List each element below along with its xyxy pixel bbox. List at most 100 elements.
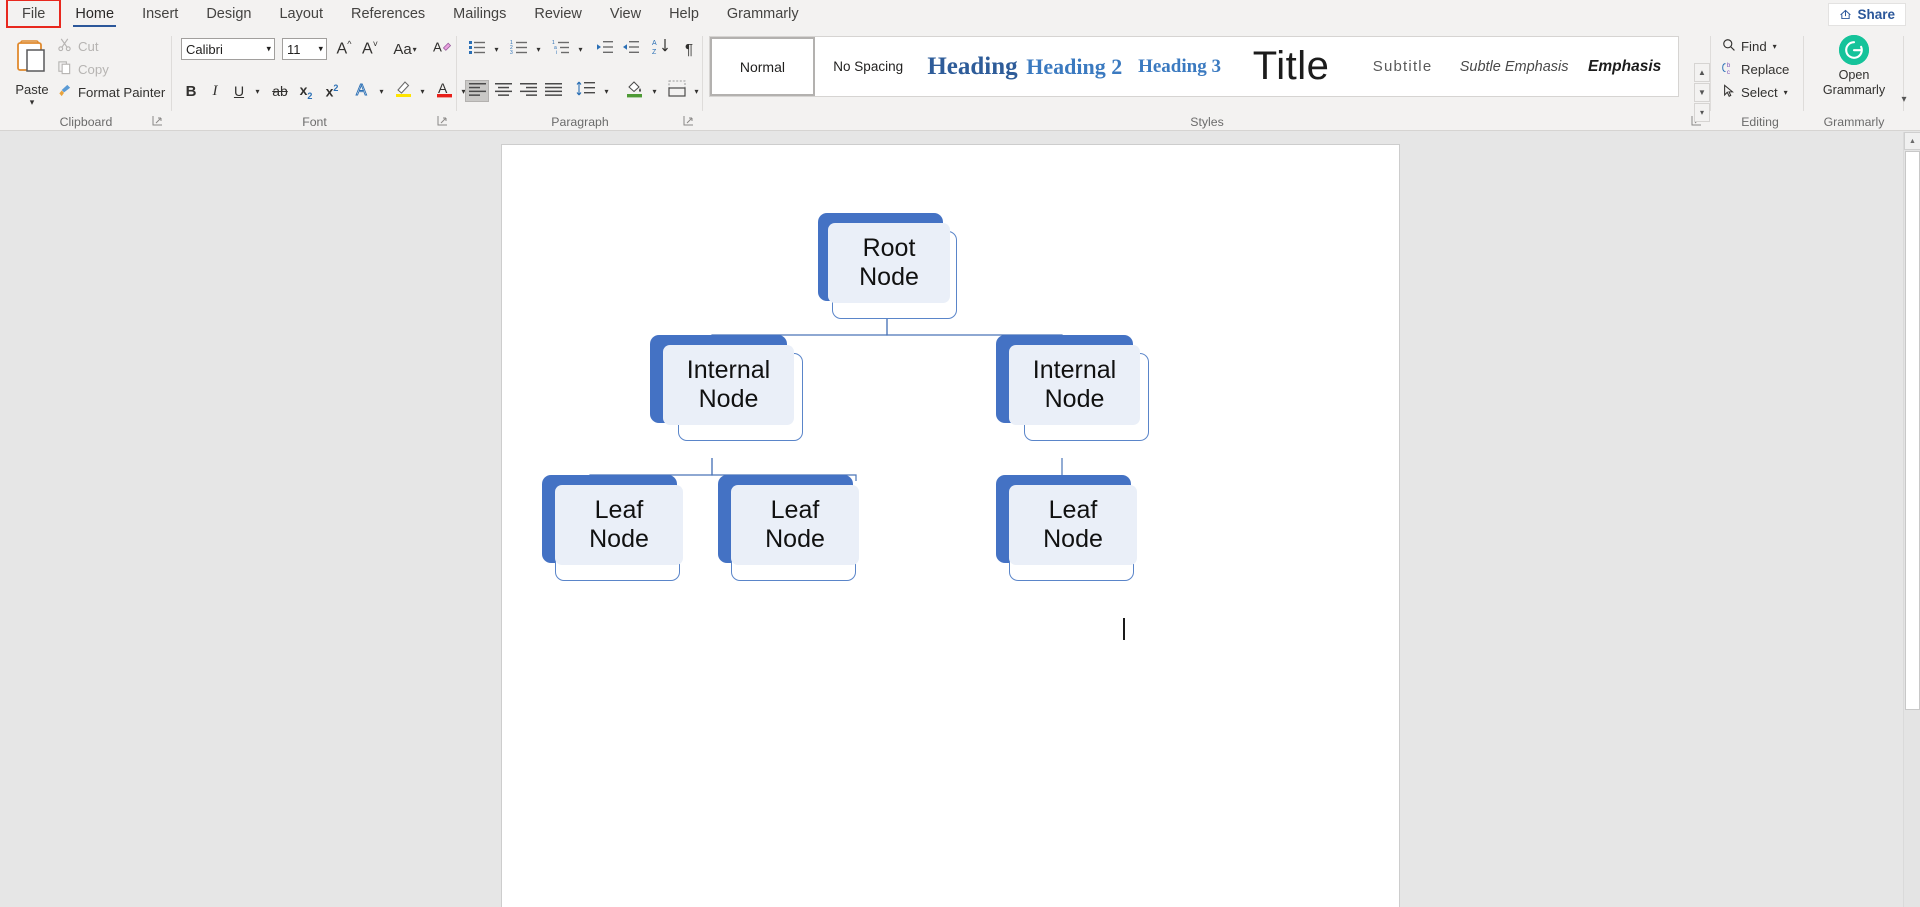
subscript-button[interactable]: x2 xyxy=(294,80,318,102)
document-page[interactable]: Root Node Internal Node Internal Node Le… xyxy=(501,144,1400,907)
tab-mailings[interactable]: Mailings xyxy=(439,0,520,29)
tab-grammarly[interactable]: Grammarly xyxy=(713,0,813,29)
numbering-dropdown[interactable]: ▾ xyxy=(531,38,545,60)
style-heading-2[interactable]: Heading 2 xyxy=(1023,37,1126,96)
shading-button[interactable] xyxy=(623,80,647,102)
find-button[interactable]: Find ▾ xyxy=(1722,38,1777,55)
superscript-button[interactable]: x2 xyxy=(320,80,344,102)
text-effects-dropdown[interactable]: ▾ xyxy=(374,80,388,102)
diagram-node-leaf-1[interactable]: Leaf Node xyxy=(542,475,702,581)
styles-scroll-up-button[interactable]: ▲ xyxy=(1694,63,1710,82)
tab-layout[interactable]: Layout xyxy=(265,0,337,29)
clipboard-dialog-launcher[interactable] xyxy=(152,115,164,127)
select-label: Select xyxy=(1741,85,1778,100)
decrease-indent-button[interactable] xyxy=(593,38,617,60)
text-effects-button[interactable]: A xyxy=(352,80,376,102)
paragraph-group-label: Paragraph xyxy=(551,115,609,129)
style-normal[interactable]: Normal xyxy=(710,37,815,96)
tab-help[interactable]: Help xyxy=(655,0,713,29)
strikethrough-button[interactable]: ab xyxy=(268,80,292,102)
style-no-spacing[interactable]: No Spacing xyxy=(814,37,922,96)
italic-button[interactable]: I xyxy=(204,80,226,102)
paragraph-dialog-launcher[interactable] xyxy=(683,115,695,127)
multilevel-list-dropdown[interactable]: ▾ xyxy=(573,38,587,60)
style-subtle-emphasis[interactable]: Subtle Emphasis xyxy=(1456,37,1572,96)
tab-home[interactable]: Home xyxy=(61,0,128,29)
copy-button[interactable]: Copy xyxy=(57,60,109,78)
bold-button[interactable]: B xyxy=(180,80,202,102)
sort-button[interactable]: A Z xyxy=(649,38,675,60)
node-label: Leaf Node xyxy=(1043,496,1103,553)
numbering-button[interactable]: 1 2 3 xyxy=(507,38,531,60)
collapse-ribbon-button[interactable]: ▾ xyxy=(1896,91,1912,107)
styles-group-label: Styles xyxy=(1190,115,1224,129)
styles-more-button[interactable]: ▾ xyxy=(1694,103,1710,122)
highlight-color-button[interactable] xyxy=(392,80,416,102)
font-family-select[interactable]: Calibri ▾ xyxy=(181,38,275,60)
chevron-down-icon: ▾ xyxy=(379,86,384,96)
paste-dropdown-chevron-icon[interactable]: ▾ xyxy=(30,98,35,107)
chevron-down-icon[interactable]: ▾ xyxy=(1784,88,1788,97)
style-emphasis[interactable]: Emphasis xyxy=(1571,37,1678,96)
borders-dropdown[interactable]: ▾ xyxy=(689,80,703,102)
grow-font-button[interactable]: A^ xyxy=(332,38,356,60)
tab-view[interactable]: View xyxy=(596,0,655,29)
share-button[interactable]: Share xyxy=(1828,3,1906,26)
font-size-select[interactable]: 11 ▾ xyxy=(282,38,327,60)
format-painter-button[interactable]: Format Painter xyxy=(57,83,165,101)
multilevel-list-button[interactable]: 1 a i xyxy=(549,38,573,60)
styles-gallery[interactable]: Normal No Spacing Heading Heading 2 Head… xyxy=(709,36,1679,97)
paste-button[interactable]: Paste ▾ xyxy=(9,37,55,109)
line-spacing-dropdown[interactable]: ▾ xyxy=(599,80,613,102)
style-subtitle[interactable]: Subtitle xyxy=(1348,37,1457,96)
tab-design[interactable]: Design xyxy=(192,0,265,29)
diagram-node-internal-1[interactable]: Internal Node xyxy=(650,335,815,441)
font-dialog-launcher[interactable] xyxy=(437,115,449,127)
scroll-up-button[interactable]: ▲ xyxy=(1904,132,1920,150)
diagram-node-internal-2[interactable]: Internal Node xyxy=(996,335,1161,441)
clear-formatting-button[interactable]: A xyxy=(430,38,454,60)
diagram-node-leaf-2[interactable]: Leaf Node xyxy=(718,475,878,581)
styles-scroll-down-button[interactable]: ▼ xyxy=(1694,83,1710,102)
shading-dropdown[interactable]: ▾ xyxy=(647,80,661,102)
tab-file[interactable]: File xyxy=(6,0,62,29)
increase-indent-button[interactable] xyxy=(619,38,643,60)
bullets-button[interactable] xyxy=(465,38,489,60)
subscript-icon: x2 xyxy=(299,81,313,101)
open-grammarly-button[interactable]: Open Grammarly xyxy=(1808,35,1900,98)
diagram-node-leaf-3[interactable]: Leaf Node xyxy=(892,475,1137,581)
align-left-icon xyxy=(468,82,486,101)
style-heading-3[interactable]: Heading 3 xyxy=(1125,37,1234,96)
line-spacing-button[interactable] xyxy=(573,80,599,102)
scrollbar-thumb[interactable] xyxy=(1905,151,1920,710)
bullets-dropdown[interactable]: ▾ xyxy=(489,38,503,60)
underline-button[interactable]: U xyxy=(228,80,250,102)
select-button[interactable]: Select ▾ xyxy=(1722,84,1788,101)
underline-dropdown[interactable]: ▾ xyxy=(250,80,264,102)
highlight-dropdown[interactable]: ▾ xyxy=(415,80,429,102)
tab-references[interactable]: References xyxy=(337,0,439,29)
replace-button[interactable]: b c Replace xyxy=(1722,61,1789,78)
tab-insert[interactable]: Insert xyxy=(128,0,192,29)
diagram-node-root[interactable]: Root Node xyxy=(818,213,968,319)
align-center-button[interactable] xyxy=(491,80,515,102)
tab-review[interactable]: Review xyxy=(520,0,596,29)
node-label: Root Node xyxy=(859,234,919,291)
show-formatting-marks-button[interactable]: ¶ xyxy=(679,38,699,60)
chevron-down-icon[interactable]: ▾ xyxy=(413,45,417,54)
cut-button[interactable]: Cut xyxy=(57,37,99,55)
shrink-font-button[interactable]: A˅ xyxy=(358,38,382,60)
style-heading-3-label: Heading 3 xyxy=(1138,55,1221,77)
search-icon xyxy=(1722,38,1736,55)
chevron-down-icon[interactable]: ▾ xyxy=(1773,42,1777,51)
align-left-button[interactable] xyxy=(465,80,489,102)
justify-button[interactable] xyxy=(541,80,565,102)
font-color-button[interactable]: A xyxy=(433,80,457,102)
vertical-scrollbar[interactable]: ▲ xyxy=(1903,132,1920,907)
style-heading-1[interactable]: Heading xyxy=(921,37,1024,96)
align-right-button[interactable] xyxy=(516,80,540,102)
document-canvas[interactable]: Root Node Internal Node Internal Node Le… xyxy=(0,132,1920,907)
borders-button[interactable] xyxy=(665,80,689,102)
change-case-button[interactable]: Aa ▾ xyxy=(388,38,422,60)
style-title[interactable]: Title xyxy=(1233,37,1349,96)
